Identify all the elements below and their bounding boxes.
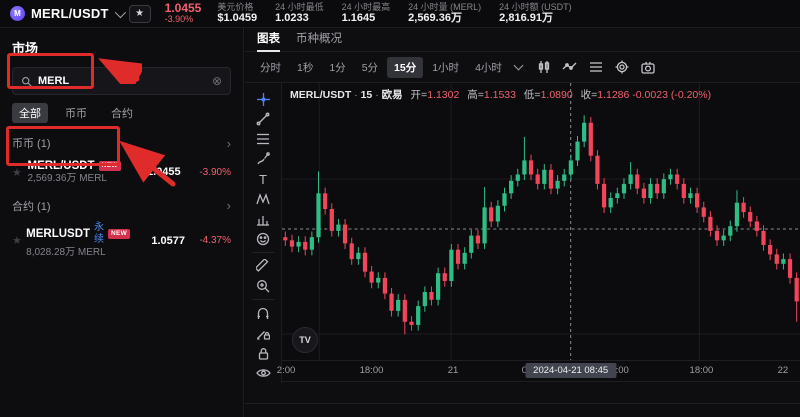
high-value: 1.1533 bbox=[484, 89, 516, 101]
toolbar-divider bbox=[252, 252, 274, 253]
stat-24h-low: 24 小时最低 1.0233 bbox=[275, 2, 324, 25]
tab-all[interactable]: 全部 bbox=[12, 103, 48, 123]
tab-coin-overview[interactable]: 币种概况 bbox=[296, 28, 342, 52]
pair-price: 1.0455 bbox=[121, 166, 181, 178]
new-badge: NEW bbox=[108, 229, 130, 239]
pair-volume: 8,028.28万 MERL bbox=[26, 247, 130, 260]
hide-all-eye-icon[interactable] bbox=[251, 363, 275, 383]
token-logo-icon: M bbox=[10, 6, 25, 21]
forecast-tool-icon[interactable] bbox=[251, 209, 275, 229]
candle-change: -0.0023 (-0.20%) bbox=[632, 89, 711, 101]
chevron-right-icon: › bbox=[227, 136, 231, 151]
symbol-title: MERL/USDT bbox=[31, 6, 109, 21]
sidebar-title: 市场 bbox=[12, 38, 231, 57]
lower-pane-strip bbox=[245, 383, 800, 404]
header-stats: 美元价格 $1.0459 24 小时最低 1.0233 24 小时最高 1.16… bbox=[217, 2, 571, 25]
timeframe-toolbar: 分时 1秒 1分 5分 15分 1小时 4小时 bbox=[245, 52, 800, 83]
tf-1m[interactable]: 1分 bbox=[322, 57, 352, 78]
new-badge: NEW bbox=[99, 161, 121, 171]
stat-24h-turnover: 24 小时额 (USDT) 2,816.91万 bbox=[499, 2, 572, 25]
open-value: 1.1302 bbox=[427, 89, 459, 101]
brush-icon[interactable] bbox=[251, 149, 275, 169]
star-icon[interactable]: ★ bbox=[12, 234, 26, 247]
settings-gear-icon[interactable] bbox=[610, 57, 634, 77]
search-input[interactable]: MERL ⊗ bbox=[12, 67, 231, 95]
candlestick-chart[interactable]: MERL/USDT · 15 · 欧易 开=1.1302 高=1.1533 低=… bbox=[282, 83, 800, 383]
text-tool-icon[interactable]: T bbox=[251, 169, 275, 189]
pair-price: 1.0577 bbox=[130, 235, 185, 247]
search-value[interactable]: MERL bbox=[38, 75, 206, 87]
chevron-right-icon: › bbox=[227, 198, 231, 213]
candles-canvas[interactable] bbox=[282, 83, 800, 360]
low-value: 1.0890 bbox=[541, 89, 573, 101]
market-row-merl-usdt[interactable]: ★ MERL/USDT NEW 2,569.36万 MERL 1.0455 -3… bbox=[12, 159, 231, 186]
toolbar-divider bbox=[252, 299, 274, 300]
crosshair-tool-icon[interactable] bbox=[251, 89, 275, 109]
price-change: -3.90% bbox=[165, 15, 202, 24]
trading-app: M MERL/USDT ★ 1.0455 -3.90% 美元价格 $1.0459… bbox=[0, 0, 800, 417]
pattern-tool-icon[interactable] bbox=[251, 189, 275, 209]
stat-usd-price: 美元价格 $1.0459 bbox=[217, 2, 257, 25]
fib-retracement-icon[interactable] bbox=[251, 129, 275, 149]
section-futures-header[interactable]: 合约 (1) › bbox=[12, 198, 231, 214]
drawing-lock-icon[interactable] bbox=[251, 323, 275, 343]
magnet-icon[interactable] bbox=[251, 303, 275, 323]
tradingview-logo[interactable]: TV bbox=[292, 327, 318, 353]
tab-futures[interactable]: 合约 bbox=[104, 103, 140, 123]
market-row-merlusdt-perp[interactable]: ★ MERLUSDT 永续 NEW 8,028.28万 MERL 1.0577 … bbox=[12, 222, 231, 260]
time-tick: 22 bbox=[778, 365, 789, 376]
clear-search-icon[interactable]: ⊗ bbox=[212, 74, 222, 88]
crosshair-time-tooltip: 2024-04-21 08:45 bbox=[525, 363, 616, 378]
tf-1s[interactable]: 1秒 bbox=[290, 57, 320, 78]
screenshot-icon[interactable] bbox=[636, 57, 660, 77]
star-icon: ★ bbox=[135, 8, 144, 19]
tf-time[interactable]: 分时 bbox=[253, 57, 288, 78]
stat-24h-volume: 24 小时量 (MERL) 2,569.36万 bbox=[408, 2, 481, 25]
market-filter-tabs: 全部 币币 合约 bbox=[12, 103, 231, 123]
tab-spot[interactable]: 币币 bbox=[58, 103, 94, 123]
pair-change: -4.37% bbox=[185, 235, 231, 246]
stat-24h-high: 24 小时最高 1.1645 bbox=[342, 2, 391, 25]
pair-change: -3.90% bbox=[181, 167, 231, 178]
pair-name: MERLUSDT bbox=[26, 227, 90, 241]
chart-tabs: 图表 币种概况 bbox=[245, 28, 800, 52]
time-tick: 18:00 bbox=[360, 365, 384, 376]
trend-line-icon[interactable] bbox=[251, 109, 275, 129]
candlestick-style-icon[interactable] bbox=[532, 57, 556, 77]
symbol-selector[interactable]: M MERL/USDT bbox=[10, 6, 123, 21]
perpetual-tag: 永续 bbox=[94, 222, 104, 247]
pair-name: MERL/USDT bbox=[27, 159, 94, 173]
lock-all-icon[interactable] bbox=[251, 343, 275, 363]
tf-1h[interactable]: 1小时 bbox=[425, 57, 466, 78]
chevron-down-icon[interactable] bbox=[513, 61, 523, 71]
tf-15m[interactable]: 15分 bbox=[387, 57, 423, 78]
section-spot-header[interactable]: 币币 (1) › bbox=[12, 135, 231, 151]
chart-body: T bbox=[245, 83, 800, 383]
pair-volume: 2,569.36万 MERL bbox=[27, 173, 120, 186]
drawing-toolbar: T bbox=[245, 83, 282, 383]
zoom-in-icon[interactable] bbox=[251, 276, 275, 296]
top-header: M MERL/USDT ★ 1.0455 -3.90% 美元价格 $1.0459… bbox=[0, 0, 800, 28]
time-tick: 21 bbox=[448, 365, 459, 376]
indicators-icon[interactable] bbox=[558, 57, 582, 77]
time-tick: 2:00 bbox=[277, 365, 296, 376]
layout-icon[interactable] bbox=[584, 57, 608, 77]
ohlc-legend: MERL/USDT · 15 · 欧易 开=1.1302 高=1.1533 低=… bbox=[290, 87, 711, 102]
tab-chart[interactable]: 图表 bbox=[257, 28, 280, 52]
search-icon bbox=[21, 76, 32, 87]
emoji-tool-icon[interactable] bbox=[251, 229, 275, 249]
measure-ruler-icon[interactable] bbox=[251, 256, 275, 276]
time-tick: 18:00 bbox=[690, 365, 714, 376]
chart-panel: 图表 币种概况 分时 1秒 1分 5分 15分 1小时 4小时 bbox=[245, 28, 800, 417]
chevron-down-icon[interactable] bbox=[114, 6, 125, 17]
close-value: 1.1286 bbox=[597, 89, 629, 101]
last-price-block: 1.0455 -3.90% bbox=[165, 2, 202, 24]
tf-4h[interactable]: 4小时 bbox=[468, 57, 509, 78]
tf-5m[interactable]: 5分 bbox=[355, 57, 385, 78]
favorite-button[interactable]: ★ bbox=[129, 5, 151, 23]
star-icon[interactable]: ★ bbox=[12, 166, 27, 179]
markets-sidebar: 市场 MERL ⊗ 全部 币币 合约 币币 (1) › ★ MERL/USDT … bbox=[0, 28, 244, 417]
